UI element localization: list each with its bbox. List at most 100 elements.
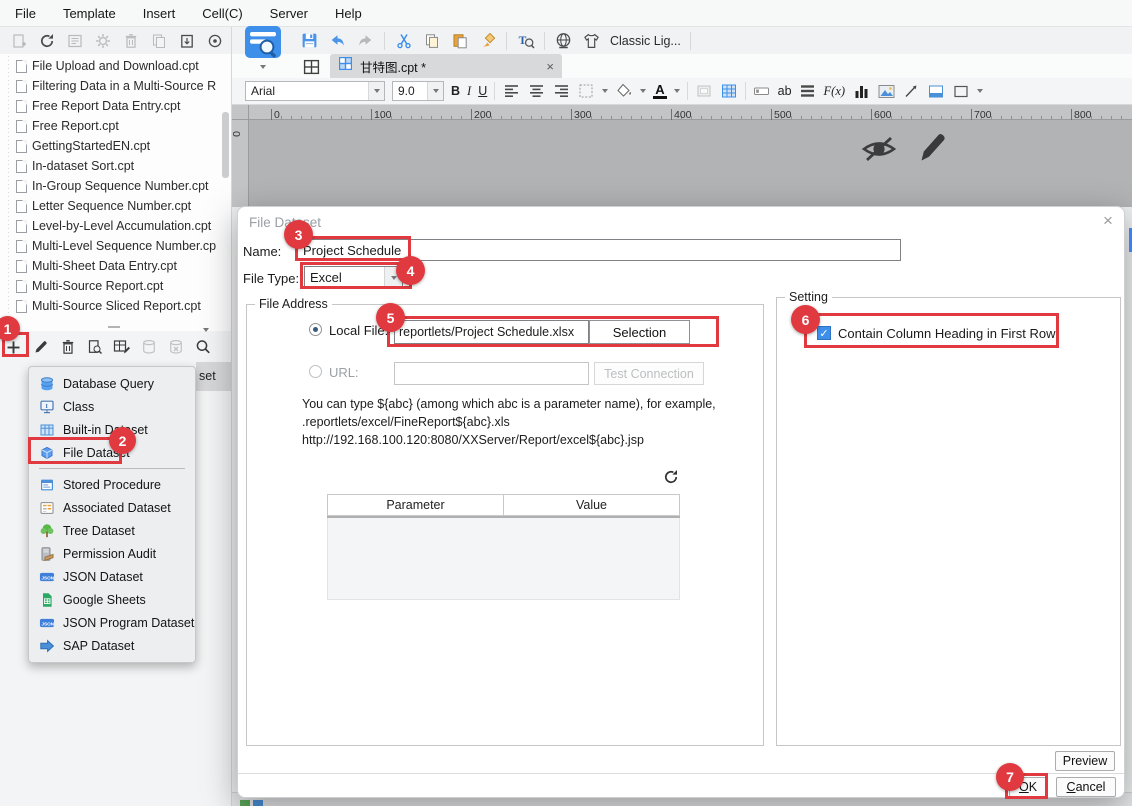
template-search-button[interactable] bbox=[243, 25, 283, 61]
save-icon[interactable] bbox=[300, 31, 319, 50]
target-icon[interactable] bbox=[205, 31, 224, 50]
italic-button[interactable]: I bbox=[467, 84, 471, 99]
url-label[interactable]: URL: bbox=[329, 365, 359, 380]
panel-chevron-down-icon[interactable] bbox=[203, 328, 209, 332]
menu-item-permission-audit[interactable]: Permission Audit bbox=[29, 542, 195, 565]
font-size-select[interactable]: 9.0 bbox=[392, 81, 444, 101]
preview-dataset-icon[interactable] bbox=[85, 338, 104, 357]
db-connection-icon[interactable] bbox=[139, 338, 158, 357]
dialog-close-icon[interactable]: × bbox=[1098, 211, 1118, 231]
redo-icon[interactable] bbox=[356, 31, 375, 50]
menu-item-google-sheets[interactable]: Google Sheets bbox=[29, 588, 195, 611]
search-icon[interactable] bbox=[193, 338, 212, 357]
tree-item-letter-sequence-number-cpt[interactable]: Letter Sequence Number.cpt bbox=[0, 196, 220, 216]
fill-color-icon[interactable] bbox=[615, 82, 633, 100]
menu-item-json-program-dataset[interactable]: JSONJSON Program Dataset bbox=[29, 611, 195, 634]
merge-cell-icon[interactable] bbox=[695, 82, 713, 100]
menu-item-class[interactable]: IClass bbox=[29, 395, 195, 418]
menu-insert[interactable]: Insert bbox=[143, 6, 176, 21]
menu-server[interactable]: Server bbox=[270, 6, 308, 21]
delete-dataset-icon[interactable] bbox=[58, 338, 77, 357]
chart-icon[interactable] bbox=[852, 82, 870, 100]
new-report-icon[interactable] bbox=[9, 31, 28, 50]
local-file-input[interactable]: reportlets/Project Schedule.xlsx bbox=[394, 320, 589, 344]
dataset-name-input[interactable]: Project Schedule bbox=[297, 239, 901, 261]
edit-pencil-icon[interactable] bbox=[916, 130, 946, 171]
align-right-icon[interactable] bbox=[552, 82, 570, 100]
web-icon[interactable] bbox=[554, 31, 573, 50]
chevron-down-icon[interactable] bbox=[674, 89, 680, 93]
copy-icon[interactable] bbox=[422, 31, 441, 50]
rich-text-icon[interactable] bbox=[799, 82, 817, 100]
formula-icon[interactable]: F(x) bbox=[824, 84, 846, 99]
menu-item-stored-procedure[interactable]: Stored Procedure bbox=[29, 473, 195, 496]
delete-icon[interactable] bbox=[121, 31, 140, 50]
refresh-icon[interactable] bbox=[37, 31, 56, 50]
column-heading-checkbox[interactable]: ✓ bbox=[817, 326, 831, 340]
file-type-select[interactable]: Excel bbox=[304, 266, 403, 289]
font-color-icon[interactable]: A bbox=[653, 84, 666, 99]
local-file-label[interactable]: Local File: bbox=[329, 323, 388, 338]
tree-scrollbar-thumb[interactable] bbox=[222, 112, 229, 178]
chevron-down-icon[interactable] bbox=[640, 89, 646, 93]
clipboard-icon[interactable] bbox=[177, 31, 196, 50]
underline-button[interactable]: U bbox=[478, 84, 487, 98]
parameter-table-body[interactable] bbox=[327, 518, 680, 600]
report-view-icon[interactable] bbox=[65, 31, 84, 50]
new-grid-view-button[interactable] bbox=[298, 56, 324, 78]
db-remove-icon[interactable] bbox=[166, 338, 185, 357]
menu-item-json-dataset[interactable]: JSONJSON Dataset bbox=[29, 565, 195, 588]
copy-pages-icon[interactable] bbox=[149, 31, 168, 50]
border-icon[interactable] bbox=[577, 82, 595, 100]
cut-icon[interactable] bbox=[394, 31, 413, 50]
tree-item-multi-level-sequence-number-cp[interactable]: Multi-Level Sequence Number.cp bbox=[0, 236, 220, 256]
local-file-radio[interactable] bbox=[309, 323, 322, 336]
report-canvas[interactable] bbox=[249, 120, 1132, 207]
tree-item-multi-sheet-data-entry-cpt[interactable]: Multi-Sheet Data Entry.cpt bbox=[0, 256, 220, 276]
tree-item-in-group-sequence-number-cpt[interactable]: In-Group Sequence Number.cpt bbox=[0, 176, 220, 196]
image-icon[interactable] bbox=[877, 82, 895, 100]
splitter-handle[interactable] bbox=[108, 326, 120, 328]
font-family-select[interactable]: Arial bbox=[245, 81, 385, 101]
widget-icon[interactable] bbox=[927, 82, 945, 100]
tree-item-multi-source-report-cpt[interactable]: Multi-Source Report.cpt bbox=[0, 276, 220, 296]
shape-icon[interactable] bbox=[952, 82, 970, 100]
edit-dataset-icon[interactable] bbox=[31, 338, 50, 357]
menu-help[interactable]: Help bbox=[335, 6, 362, 21]
menu-template[interactable]: Template bbox=[63, 6, 116, 21]
settings-gear-icon[interactable] bbox=[93, 31, 112, 50]
tree-item-in-dataset-sort-cpt[interactable]: In-dataset Sort.cpt bbox=[0, 156, 220, 176]
add-dataset-icon[interactable] bbox=[4, 338, 23, 357]
cancel-button[interactable]: Cancel bbox=[1056, 777, 1116, 797]
url-input[interactable] bbox=[394, 362, 589, 385]
chevron-down-icon[interactable] bbox=[977, 89, 983, 93]
align-center-icon[interactable] bbox=[527, 82, 545, 100]
ok-button[interactable]: OK bbox=[1009, 777, 1047, 797]
column-heading-label[interactable]: Contain Column Heading in First Row bbox=[838, 326, 1055, 341]
tree-item-multi-source-sliced-report-cpt[interactable]: Multi-Source Sliced Report.cpt bbox=[0, 296, 220, 316]
find-replace-icon[interactable]: T bbox=[516, 31, 535, 50]
align-left-icon[interactable] bbox=[502, 82, 520, 100]
url-radio[interactable] bbox=[309, 365, 322, 378]
tree-item-free-report-cpt[interactable]: Free Report.cpt bbox=[0, 116, 220, 136]
menu-item-associated-dataset[interactable]: Associated Dataset bbox=[29, 496, 195, 519]
format-painter-icon[interactable] bbox=[478, 31, 497, 50]
hide-eye-icon[interactable] bbox=[860, 134, 898, 169]
insert-table-icon[interactable] bbox=[720, 82, 738, 100]
edit-table-icon[interactable] bbox=[112, 338, 131, 357]
chevron-down-icon[interactable] bbox=[602, 89, 608, 93]
text-field-icon[interactable] bbox=[753, 82, 771, 100]
menu-item-sap-dataset[interactable]: SAP Dataset bbox=[29, 634, 195, 657]
tab-close-icon[interactable]: × bbox=[546, 59, 554, 74]
tree-item-gettingstarteden-cpt[interactable]: GettingStartedEN.cpt bbox=[0, 136, 220, 156]
menu-item-built-in-dataset[interactable]: Built-in Dataset bbox=[29, 418, 195, 441]
text-ab-icon[interactable]: ab bbox=[778, 84, 792, 98]
selection-button[interactable]: Selection bbox=[589, 320, 690, 344]
pointer-line-icon[interactable] bbox=[902, 82, 920, 100]
paste-icon[interactable] bbox=[450, 31, 469, 50]
test-connection-button[interactable]: Test Connection bbox=[594, 362, 704, 385]
tree-item-filtering-data-in-a-multi-source-r[interactable]: Filtering Data in a Multi-Source R bbox=[0, 76, 220, 96]
menu-item-database-query[interactable]: Database Query bbox=[29, 372, 195, 395]
preview-button[interactable]: Preview bbox=[1055, 751, 1115, 771]
undo-icon[interactable] bbox=[328, 31, 347, 50]
